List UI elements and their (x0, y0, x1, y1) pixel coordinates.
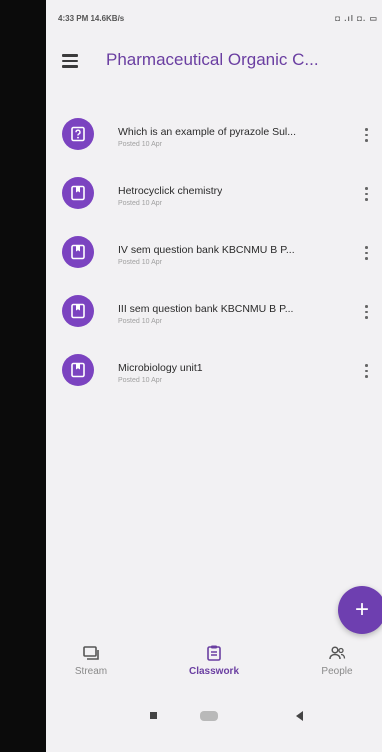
list-item[interactable]: Microbiology unit1 Posted 10 Apr (46, 352, 382, 411)
item-posted-date: Posted 10 Apr (118, 377, 162, 384)
classwork-icon (207, 645, 221, 661)
nav-label: Classwork (188, 666, 240, 677)
bottom-navigation: Stream Classwork People (46, 636, 382, 692)
item-title: III sem question bank KBCNMU B P... (118, 303, 294, 315)
nav-tab-stream[interactable]: Stream (46, 636, 136, 688)
list-item[interactable]: Hetrocyclick chemistry Posted 10 Apr (46, 175, 382, 234)
recents-icon[interactable] (150, 712, 157, 719)
menu-icon[interactable] (62, 54, 78, 68)
class-title: Pharmaceutical Organic C... (106, 50, 319, 69)
nav-label: Stream (74, 666, 108, 677)
item-posted-date: Posted 10 Apr (118, 200, 162, 207)
more-vert-icon[interactable] (365, 187, 368, 204)
list-item[interactable]: III sem question bank KBCNMU B P... Post… (46, 293, 382, 352)
more-vert-icon[interactable] (365, 305, 368, 322)
app-screen: 4:33 PM 14.6KB/s ◘ .ıl ◘. ▭ Pharmaceutic… (46, 0, 382, 752)
item-posted-date: Posted 10 Apr (118, 141, 162, 148)
material-icon (62, 177, 94, 209)
system-navigation-bar (46, 700, 382, 730)
item-title: IV sem question bank KBCNMU B P... (118, 244, 295, 256)
material-icon (62, 236, 94, 268)
list-item[interactable]: Which is an example of pyrazole Sul... P… (46, 116, 382, 175)
create-fab-button[interactable]: + (338, 586, 382, 634)
phone-bezel (0, 0, 46, 752)
item-title: Microbiology unit1 (118, 362, 203, 374)
item-title: Hetrocyclick chemistry (118, 185, 223, 197)
more-vert-icon[interactable] (365, 364, 368, 381)
list-item[interactable]: IV sem question bank KBCNMU B P... Poste… (46, 234, 382, 293)
classwork-list: Which is an example of pyrazole Sul... P… (46, 116, 382, 411)
back-icon[interactable] (296, 711, 303, 721)
app-bar: Pharmaceutical Organic C... (46, 40, 382, 84)
status-time-speed: 4:33 PM 14.6KB/s (58, 14, 125, 23)
material-icon (62, 354, 94, 386)
status-bar: 4:33 PM 14.6KB/s ◘ .ıl ◘. ▭ (58, 10, 378, 26)
item-posted-date: Posted 10 Apr (118, 318, 162, 325)
home-icon[interactable] (200, 711, 218, 721)
question-icon (62, 118, 94, 150)
more-vert-icon[interactable] (365, 128, 368, 145)
item-title: Which is an example of pyrazole Sul... (118, 126, 296, 138)
nav-tab-classwork[interactable]: Classwork (169, 636, 259, 688)
stream-icon (83, 646, 99, 660)
status-indicators: ◘ .ıl ◘. ▭ (335, 14, 378, 23)
nav-label: People (321, 666, 353, 677)
item-posted-date: Posted 10 Apr (118, 259, 162, 266)
material-icon (62, 295, 94, 327)
more-vert-icon[interactable] (365, 246, 368, 263)
people-icon (329, 646, 346, 660)
nav-tab-people[interactable]: People (292, 636, 382, 688)
